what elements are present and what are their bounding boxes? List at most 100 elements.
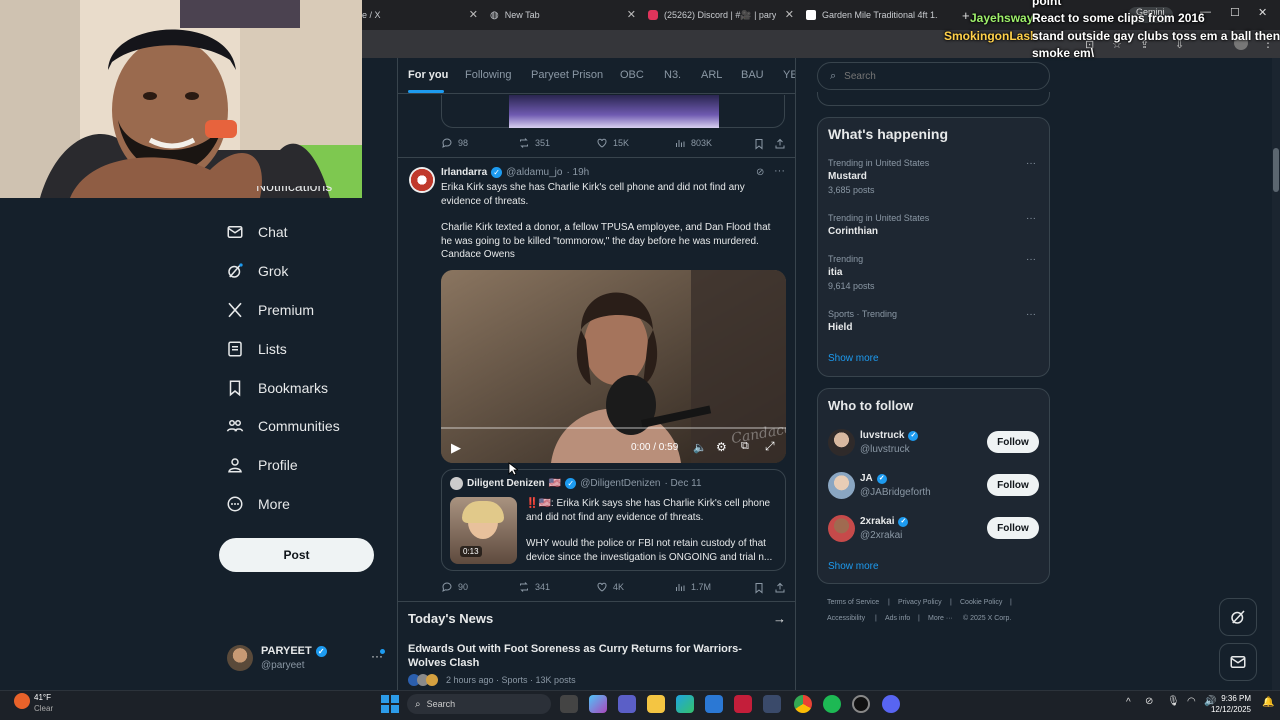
search-input[interactable] [844,70,1015,82]
microphone-icon[interactable]: 🎙 [1167,696,1180,707]
more-options-icon[interactable]: ··· [1026,213,1036,224]
close-tab-icon[interactable]: ✕ [785,8,794,21]
bookmark-button[interactable] [753,581,765,599]
tab-n3[interactable]: N3. [664,69,681,81]
sidebar-item-more[interactable]: More [226,489,290,519]
reply-button[interactable]: 90 [441,581,468,593]
footer-link[interactable]: Privacy Policy [898,599,942,606]
chrome-icon[interactable] [794,695,812,713]
maximize-icon[interactable]: ☐ [1230,6,1240,19]
repost-button[interactable]: 341 [518,581,550,593]
like-button[interactable]: 15K [596,137,629,149]
more-options-icon[interactable]: ··· [1026,309,1036,320]
trend-item[interactable]: Trending in United States Corinthian ··· [828,213,1040,237]
share-button[interactable] [774,581,786,599]
sidebar-item-communities[interactable]: Communities [226,411,340,441]
like-button[interactable]: 4K [596,581,624,593]
app-icon[interactable] [763,695,781,713]
task-view-icon[interactable] [560,695,578,713]
more-options-icon[interactable]: ··· [1026,254,1036,265]
follow-button[interactable]: Follow [987,431,1039,453]
show-more-link[interactable]: Show more [828,353,879,364]
settings-gear-icon[interactable]: ⚙ [716,440,727,454]
tab-paryeet-prison[interactable]: Paryeet Prison [531,69,603,81]
browser-tab-discord[interactable]: (25262) Discord | #🎥 | paryeet ✕ [648,4,796,26]
tray-app-icon[interactable]: ⊘ [1145,696,1153,707]
post-button[interactable]: Post [219,538,374,572]
follow-suggestion[interactable]: JA ✓ @JABridgeforth [828,472,988,502]
windows-start-icon[interactable] [381,695,399,713]
footer-link[interactable]: Terms of Service [827,599,879,606]
tab-obc[interactable]: OBC [620,69,644,81]
nba-icon[interactable] [734,695,752,713]
sidebar-item-profile[interactable]: Profile [226,450,298,480]
follow-suggestion[interactable]: luvstruck ✓ @luvstruck [828,429,988,459]
clock-time[interactable]: 9:36 PM [1211,694,1251,703]
views-button[interactable]: 803K [674,137,712,149]
play-icon[interactable]: ▶ [451,440,461,456]
notification-bell-icon[interactable]: 🔔 [1262,697,1274,708]
sidebar-item-bookmarks[interactable]: Bookmarks [226,373,328,403]
follow-button[interactable]: Follow [987,517,1039,539]
close-window-icon[interactable]: ✕ [1258,6,1267,19]
clock-date[interactable]: 12/12/2025 [1201,705,1251,714]
search-box[interactable]: ⌕ [817,62,1050,90]
tray-chevron-icon[interactable]: ^ [1126,697,1131,708]
spotify-icon[interactable] [823,695,841,713]
close-tab-icon[interactable]: ✕ [627,8,636,21]
footer-link[interactable]: Accessibility [827,615,865,622]
volume-icon[interactable]: 🔈 [693,441,707,454]
teams-icon[interactable] [618,695,636,713]
views-button[interactable]: 1.7M [674,581,711,593]
tab-arl[interactable]: ARL [701,69,722,81]
browser-tab-newtab[interactable]: ◍ New Tab ✕ [490,4,638,26]
sidebar-item-premium[interactable]: Premium [226,295,314,325]
arrow-right-icon[interactable]: → [773,611,786,626]
trend-item[interactable]: Trending itia 9,614 posts ··· [828,254,1040,291]
browser-tab-x[interactable]: e / X ✕ [362,4,480,26]
more-options-icon[interactable]: ··· [774,165,785,177]
grok-icon[interactable]: ⊘ [756,167,764,178]
news-headline[interactable]: Edwards Out with Foot Soreness as Curry … [408,643,788,670]
tab-bau[interactable]: BAU [741,69,764,81]
grok-float-button[interactable] [1219,598,1257,636]
obs-icon[interactable] [852,695,870,713]
video-progress-bar[interactable] [441,427,786,429]
edge-icon[interactable] [676,695,694,713]
footer-link[interactable]: More ··· [928,615,953,622]
follow-button[interactable]: Follow [987,474,1039,496]
prev-tweet-image[interactable] [509,95,719,128]
messages-float-button[interactable] [1219,643,1257,681]
trend-item[interactable]: Sports · Trending Hield ··· [828,309,1040,333]
browser-tab-garden[interactable]: Garden Mile Traditional 4ft 1.2m [806,4,956,26]
bookmark-button[interactable] [753,137,765,155]
wifi-icon[interactable]: ◠ [1187,696,1196,707]
footer-link[interactable]: Cookie Policy [960,599,1002,606]
file-explorer-icon[interactable] [647,695,665,713]
tweet-video[interactable]: ▶ 0:00 / 0:59 🔈 ⚙ ⧉ ⤢ Candace [441,270,786,463]
weather-icon[interactable] [14,693,30,709]
footer-link[interactable]: Ads info [885,615,910,622]
close-tab-icon[interactable]: ✕ [469,8,478,21]
tab-following[interactable]: Following [465,69,511,81]
tab-ye[interactable]: YE [783,69,795,81]
repost-button[interactable]: 351 [518,137,550,149]
tweet-handle[interactable]: @aldamu_jo [506,167,562,178]
share-button[interactable] [774,137,786,155]
more-options-icon[interactable]: ··· [1026,158,1036,169]
copilot-icon[interactable] [589,695,607,713]
sidebar-item-lists[interactable]: Lists [226,334,287,364]
sidebar-item-grok[interactable]: Grok [226,256,288,286]
discord-icon[interactable] [882,695,900,713]
follow-suggestion[interactable]: 2xrakai ✓ @2xrakai [828,515,988,545]
show-more-link[interactable]: Show more [828,561,879,572]
tweet-author[interactable]: Irlandarra [441,167,487,178]
reply-button[interactable]: 98 [441,137,468,149]
account-switcher[interactable]: PARYEET ✓ @paryeet ··· [227,643,387,675]
tweet-time[interactable]: · 19h [566,167,589,178]
trend-item[interactable]: Trending in United States Mustard 3,685 … [828,158,1040,195]
avatar[interactable] [409,167,435,193]
scrollbar[interactable] [1272,58,1280,690]
store-icon[interactable] [705,695,723,713]
taskbar-search[interactable]: ⌕ Search [407,694,551,714]
